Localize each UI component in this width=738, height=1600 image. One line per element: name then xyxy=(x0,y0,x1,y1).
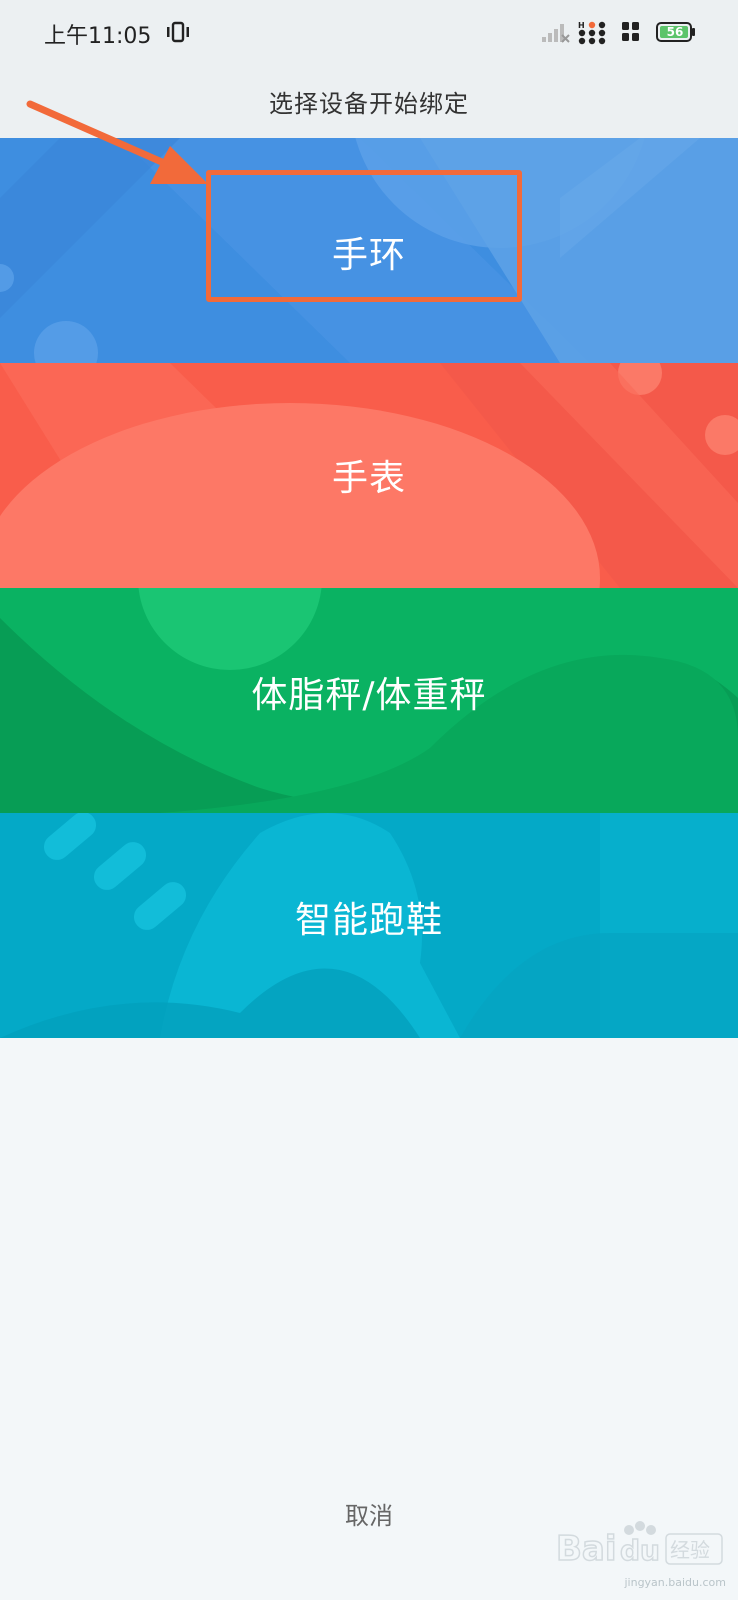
device-card-shoe[interactable]: 智能跑鞋 xyxy=(0,813,738,1038)
svg-text:Bai: Bai xyxy=(556,1529,617,1569)
svg-text:du: du xyxy=(620,1534,660,1567)
notification-dots-icon: H xyxy=(578,21,606,45)
device-card-watch[interactable]: 手表 xyxy=(0,363,738,588)
device-card-label: 体脂秤/体重秤 xyxy=(251,675,487,716)
svg-text:经验: 经验 xyxy=(670,1538,710,1562)
highlight-box xyxy=(206,170,522,302)
status-bar: 上午11:05 H 56 xyxy=(0,0,738,66)
svg-text:H: H xyxy=(578,21,585,30)
grid-icon xyxy=(622,22,639,41)
arrow-annotation-icon xyxy=(26,100,208,184)
cancel-button[interactable]: 取消 xyxy=(319,1494,419,1538)
watermark-url: jingyan.baidu.com xyxy=(624,1576,726,1589)
device-card-label: 智能跑鞋 xyxy=(294,900,443,941)
device-card-scale[interactable]: 体脂秤/体重秤 xyxy=(0,588,738,813)
device-card-label: 手表 xyxy=(331,458,406,499)
battery-level: 56 xyxy=(666,25,684,39)
vibrate-icon xyxy=(167,21,189,43)
status-time: 上午11:05 xyxy=(44,24,152,49)
signal-icon xyxy=(542,24,570,43)
